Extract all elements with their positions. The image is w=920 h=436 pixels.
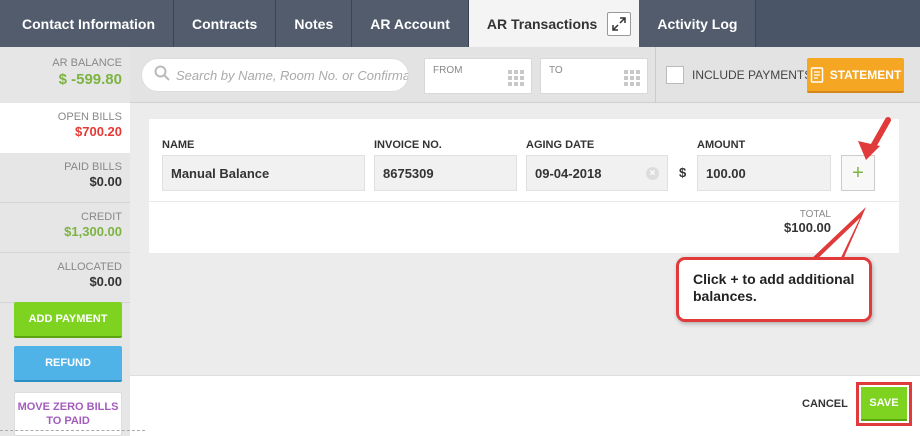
calendar-icon[interactable]: [508, 70, 524, 86]
tab-activity-log[interactable]: Activity Log: [639, 0, 757, 47]
include-payments-label: INCLUDE PAYMENTS: [692, 68, 813, 82]
tab-ar-account[interactable]: AR Account: [352, 0, 469, 47]
callout-text: Click + to add additional balances.: [693, 271, 855, 304]
tab-label: Contracts: [192, 15, 258, 32]
total-value: $100.00: [784, 220, 831, 235]
amount-value: 100.00: [706, 165, 746, 181]
statement-label: STATEMENT: [829, 67, 902, 82]
name-field[interactable]: Manual Balance: [162, 155, 365, 191]
footer: CANCEL SAVE: [130, 375, 920, 436]
stat-label: PAID BILLS: [64, 161, 122, 173]
ar-balance-value: $ -599.80: [58, 71, 122, 88]
aging-date-header: AGING DATE: [526, 139, 595, 151]
total-label: TOTAL: [799, 209, 831, 220]
add-balance-button[interactable]: +: [841, 155, 875, 191]
stat-label: ALLOCATED: [57, 261, 122, 273]
stat-label: CREDIT: [81, 211, 122, 223]
amount-field[interactable]: 100.00: [697, 155, 831, 191]
stat-credit[interactable]: CREDIT $1,300.00: [0, 203, 130, 253]
tab-label: AR Account: [370, 15, 450, 32]
name-value: Manual Balance: [171, 165, 270, 181]
search-icon: [154, 65, 170, 86]
divider: [655, 47, 656, 103]
include-payments-checkbox[interactable]: [666, 66, 684, 84]
name-header: NAME: [162, 139, 195, 151]
invoice-header: INVOICE NO.: [374, 139, 442, 151]
stat-value: $1,300.00: [64, 224, 122, 239]
stat-value: $0.00: [89, 174, 122, 189]
add-payment-button[interactable]: ADD PAYMENT: [14, 302, 122, 338]
tab-label: Contact Information: [22, 15, 155, 32]
stat-value: $700.20: [75, 124, 122, 139]
cancel-button[interactable]: CANCEL: [802, 398, 848, 410]
aging-date-value: 09-04-2018: [535, 165, 602, 181]
plus-icon: +: [852, 161, 864, 184]
tab-label: Activity Log: [657, 15, 738, 32]
expand-icon[interactable]: [607, 11, 632, 36]
invoice-field[interactable]: 8675309: [374, 155, 517, 191]
tab-notes[interactable]: Notes: [276, 0, 353, 47]
currency-symbol: $: [679, 165, 687, 180]
to-date-field[interactable]: TO: [540, 58, 648, 94]
sidebar: AR BALANCE $ -599.80 OPEN BILLS $700.20 …: [0, 47, 130, 436]
ar-balance: AR BALANCE $ -599.80: [0, 47, 130, 103]
stat-paid-bills[interactable]: PAID BILLS $0.00: [0, 153, 130, 203]
save-button[interactable]: SAVE: [861, 387, 907, 421]
stat-value: $0.00: [89, 274, 122, 289]
tab-label: Notes: [294, 15, 334, 32]
help-callout: Click + to add additional balances.: [676, 257, 872, 322]
stat-open-bills[interactable]: OPEN BILLS $700.20: [0, 103, 130, 153]
refund-button[interactable]: REFUND: [14, 346, 122, 382]
clear-icon[interactable]: ×: [646, 167, 659, 180]
divider: [149, 201, 899, 202]
main-area: NAME INVOICE NO. AGING DATE AMOUNT Manua…: [130, 103, 920, 375]
tab-contact-information[interactable]: Contact Information: [0, 0, 174, 47]
ar-balance-label: AR BALANCE: [52, 57, 122, 69]
search-input[interactable]: Search by Name, Room No. or Confirma: [141, 58, 409, 92]
tab-contracts[interactable]: Contracts: [174, 0, 277, 47]
to-date-label: TO: [549, 65, 563, 76]
invoice-value: 8675309: [383, 165, 434, 181]
divider: [0, 430, 145, 436]
from-date-field[interactable]: FROM: [424, 58, 532, 94]
statement-button[interactable]: STATEMENT: [807, 58, 904, 93]
tab-label: AR Transactions: [486, 15, 598, 32]
amount-header: AMOUNT: [697, 139, 746, 151]
balance-entry-card: NAME INVOICE NO. AGING DATE AMOUNT Manua…: [149, 119, 899, 253]
filter-bar: Search by Name, Room No. or Confirma FRO…: [130, 47, 920, 103]
aging-date-field[interactable]: 09-04-2018 ×: [526, 155, 668, 191]
stat-label: OPEN BILLS: [57, 111, 122, 123]
tab-bar: Contact Information Contracts Notes AR A…: [0, 0, 920, 47]
from-date-label: FROM: [433, 65, 463, 76]
calendar-icon[interactable]: [624, 70, 640, 86]
search-placeholder: Search by Name, Room No. or Confirma: [176, 67, 408, 83]
stat-allocated[interactable]: ALLOCATED $0.00: [0, 253, 130, 303]
save-highlight: SAVE: [856, 382, 912, 426]
tab-ar-transactions[interactable]: AR Transactions: [468, 0, 640, 47]
receipt-icon: [810, 66, 823, 83]
